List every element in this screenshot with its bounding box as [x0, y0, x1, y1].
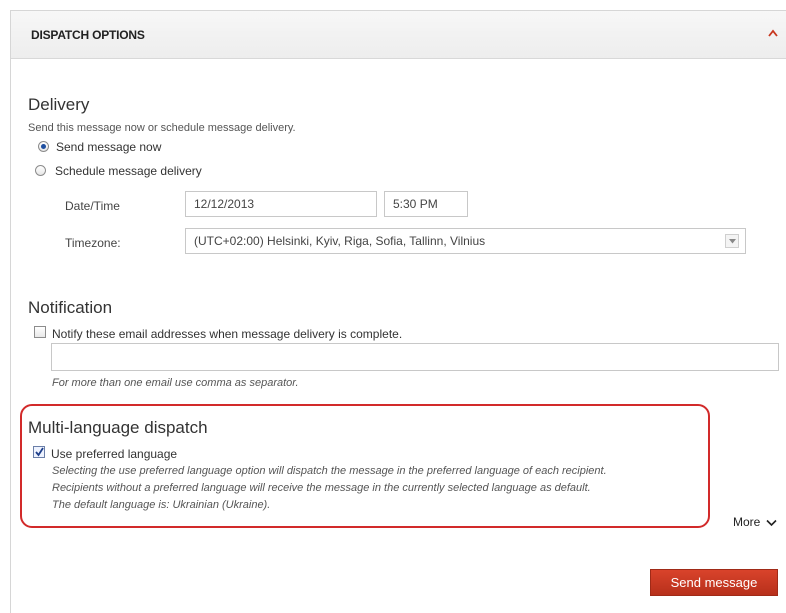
panel-header[interactable]: DISPATCH OPTIONS — [11, 11, 786, 59]
date-input[interactable]: 12/12/2013 — [185, 191, 377, 217]
chevron-up-icon[interactable] — [767, 28, 779, 38]
send-now-radio[interactable] — [38, 141, 49, 152]
multilanguage-desc-line2: Recipients without a preferred language … — [52, 482, 591, 494]
dropdown-arrow-icon[interactable] — [725, 234, 739, 248]
more-link[interactable]: More — [733, 515, 777, 529]
schedule-label[interactable]: Schedule message delivery — [55, 164, 202, 178]
schedule-radio[interactable] — [35, 165, 46, 176]
delivery-description: Send this message now or schedule messag… — [28, 122, 296, 134]
notify-email-input[interactable] — [51, 343, 779, 371]
notification-heading: Notification — [28, 298, 113, 317]
multilanguage-heading: Multi-language dispatch — [28, 418, 208, 437]
chevron-down-icon — [766, 519, 777, 526]
panel-title: DISPATCH OPTIONS — [31, 28, 145, 42]
timezone-label: Timezone: — [65, 236, 121, 250]
preferred-language-label[interactable]: Use preferred language — [51, 447, 177, 461]
send-now-label[interactable]: Send message now — [56, 140, 161, 154]
preferred-language-checkbox[interactable] — [33, 446, 45, 458]
send-message-button[interactable]: Send message — [650, 569, 778, 596]
more-label: More — [733, 515, 761, 529]
checkmark-icon — [35, 447, 44, 457]
multilanguage-desc-line1: Selecting the use preferred language opt… — [52, 465, 607, 477]
notify-checkbox[interactable] — [34, 326, 46, 338]
timezone-value: (UTC+02:00) Helsinki, Kyiv, Riga, Sofia,… — [194, 234, 486, 248]
multilanguage-desc-line3: The default language is: Ukrainian (Ukra… — [52, 499, 271, 511]
notify-hint: For more than one email use comma as sep… — [52, 377, 299, 389]
datetime-label: Date/Time — [65, 199, 120, 213]
time-input[interactable]: 5:30 PM — [384, 191, 468, 217]
delivery-heading: Delivery — [28, 95, 90, 114]
notify-label[interactable]: Notify these email addresses when messag… — [52, 327, 402, 341]
timezone-select[interactable]: (UTC+02:00) Helsinki, Kyiv, Riga, Sofia,… — [185, 228, 746, 254]
